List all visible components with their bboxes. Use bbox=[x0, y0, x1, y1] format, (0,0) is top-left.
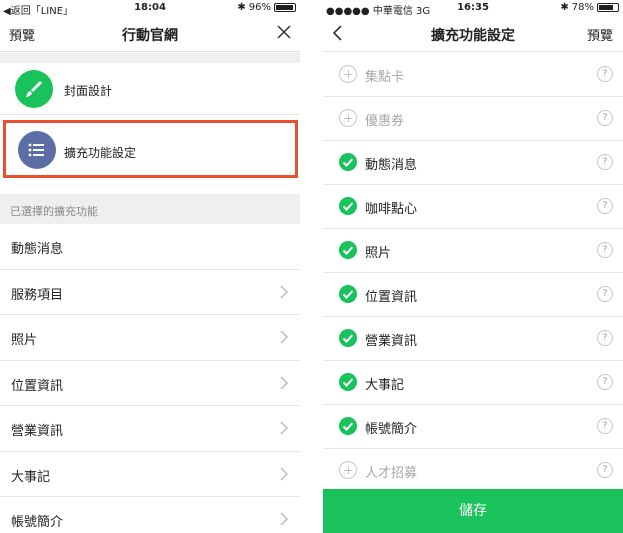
status-bar: ◀返回「LINE」 18:04 ✱ 96% bbox=[0, 0, 300, 17]
list-item[interactable]: 大事記 bbox=[0, 451, 300, 497]
preview-button[interactable]: 預覽 bbox=[587, 25, 613, 44]
feature-row[interactable]: 人才招募? bbox=[323, 449, 623, 493]
check-icon[interactable] bbox=[339, 241, 357, 259]
battery-percent: 78% bbox=[571, 2, 594, 13]
plus-icon[interactable] bbox=[339, 65, 357, 83]
page-title: 擴充功能設定 bbox=[431, 28, 515, 44]
brush-icon bbox=[15, 70, 53, 108]
battery-percent: 96% bbox=[248, 2, 271, 13]
check-icon[interactable] bbox=[339, 197, 357, 215]
feature-label: 營業資訊 bbox=[365, 334, 418, 349]
feature-label: 位置資訊 bbox=[365, 290, 418, 305]
cover-design-row[interactable]: 封面設計 bbox=[0, 63, 300, 115]
left-screen: ◀返回「LINE」 18:04 ✱ 96% 預覽 行動官網 封面設計 擴充功能設… bbox=[0, 0, 300, 533]
list-item-label: 照片 bbox=[11, 333, 38, 348]
help-icon[interactable]: ? bbox=[597, 154, 613, 170]
feature-label: 人才招募 bbox=[365, 466, 418, 481]
feature-label: 優惠券 bbox=[365, 114, 405, 129]
help-icon[interactable]: ? bbox=[597, 198, 613, 214]
list-item-label: 位置資訊 bbox=[11, 378, 64, 394]
feature-row[interactable]: 優惠券? bbox=[323, 97, 623, 141]
list-item-label: 動態消息 bbox=[11, 242, 64, 257]
feature-label: 帳號簡介 bbox=[365, 422, 418, 437]
feature-label: 大事記 bbox=[365, 378, 405, 393]
status-right: ✱ 96% bbox=[237, 2, 296, 13]
list-item[interactable]: 帳號簡介 bbox=[0, 497, 300, 533]
nav-bar: 擴充功能設定 預覽 bbox=[323, 15, 623, 52]
feature-row[interactable]: 照片? bbox=[323, 229, 623, 273]
chevron-right-icon bbox=[280, 330, 288, 344]
feature-list: 集點卡? 優惠券? 動態消息? 咖啡點心? 照片? 位置資訊? 營業資訊? 大事記? 帳號簡介?… bbox=[323, 53, 623, 493]
save-button[interactable]: 儲存 bbox=[323, 489, 623, 533]
status-bar: ●●●●● 中華電信 3G 16:35 ✱ 78% bbox=[323, 0, 623, 17]
check-icon[interactable] bbox=[339, 153, 357, 171]
feature-row[interactable]: 位置資訊? bbox=[323, 273, 623, 317]
help-icon[interactable]: ? bbox=[597, 286, 613, 302]
help-icon[interactable]: ? bbox=[597, 462, 613, 478]
list-item[interactable]: 服務項目 bbox=[0, 269, 300, 315]
feature-row[interactable]: 集點卡? bbox=[323, 53, 623, 97]
check-icon[interactable] bbox=[339, 329, 357, 347]
list-item[interactable]: 動態消息 bbox=[0, 224, 300, 270]
feature-row[interactable]: 咖啡點心? bbox=[323, 185, 623, 229]
list-item-label: 帳號簡介 bbox=[11, 515, 64, 530]
status-right: ✱ 78% bbox=[560, 2, 619, 13]
feature-row[interactable]: 帳號簡介? bbox=[323, 405, 623, 449]
extension-settings-label: 擴充功能設定 bbox=[64, 146, 137, 160]
battery-icon bbox=[597, 3, 619, 12]
right-screen: ●●●●● 中華電信 3G 16:35 ✱ 78% 擴充功能設定 預覽 集點卡?… bbox=[323, 0, 623, 533]
page-title: 行動官網 bbox=[122, 28, 178, 44]
check-icon[interactable] bbox=[339, 373, 357, 391]
list-item[interactable]: 營業資訊 bbox=[0, 406, 300, 452]
help-icon[interactable]: ? bbox=[597, 110, 613, 126]
nav-bar: 預覽 行動官網 bbox=[0, 15, 300, 52]
selected-features-list: 動態消息服務項目照片位置資訊營業資訊大事記帳號簡介 bbox=[0, 224, 300, 533]
feature-label: 集點卡 bbox=[365, 70, 405, 85]
plus-icon[interactable] bbox=[339, 461, 357, 479]
chevron-right-icon bbox=[280, 421, 288, 435]
cover-design-label: 封面設計 bbox=[64, 84, 113, 98]
list-item[interactable]: 照片 bbox=[0, 315, 300, 361]
battery-icon bbox=[274, 3, 296, 12]
help-icon[interactable]: ? bbox=[597, 374, 613, 390]
extension-settings-row[interactable]: 擴充功能設定 bbox=[3, 120, 298, 178]
feature-row[interactable]: 大事記? bbox=[323, 361, 623, 405]
feature-label: 照片 bbox=[365, 246, 392, 261]
section-header: 已選擇的擴充功能 bbox=[0, 194, 300, 224]
list-item-label: 營業資訊 bbox=[11, 424, 64, 439]
list-item-label: 服務項目 bbox=[11, 287, 64, 303]
section-header-label: 已選擇的擴充功能 bbox=[10, 205, 98, 218]
feature-row[interactable]: 動態消息? bbox=[323, 141, 623, 185]
chevron-right-icon bbox=[280, 512, 288, 526]
list-item-label: 大事記 bbox=[11, 469, 51, 485]
list-item[interactable]: 位置資訊 bbox=[0, 360, 300, 406]
help-icon[interactable]: ? bbox=[597, 242, 613, 258]
spacer-band bbox=[0, 53, 300, 63]
check-icon[interactable] bbox=[339, 285, 357, 303]
chevron-right-icon bbox=[280, 284, 288, 299]
help-icon[interactable]: ? bbox=[597, 418, 613, 434]
close-icon[interactable] bbox=[276, 24, 292, 40]
feature-label: 咖啡點心 bbox=[365, 202, 418, 217]
check-icon[interactable] bbox=[339, 417, 357, 435]
feature-label: 動態消息 bbox=[365, 158, 418, 173]
help-icon[interactable]: ? bbox=[597, 66, 613, 82]
bluetooth-icon: ✱ bbox=[237, 2, 246, 13]
bluetooth-icon: ✱ bbox=[560, 2, 569, 13]
feature-row[interactable]: 營業資訊? bbox=[323, 317, 623, 361]
plus-icon[interactable] bbox=[339, 109, 357, 127]
help-icon[interactable]: ? bbox=[597, 330, 613, 346]
chevron-right-icon bbox=[280, 375, 288, 390]
chevron-right-icon bbox=[280, 466, 288, 481]
save-label: 儲存 bbox=[459, 503, 487, 519]
list-icon bbox=[18, 131, 56, 169]
